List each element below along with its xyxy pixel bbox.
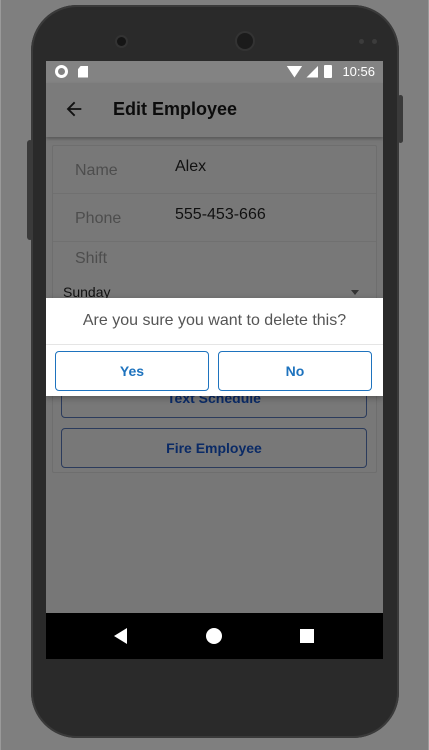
phone-label: Phone xyxy=(75,210,122,227)
name-row[interactable]: Name Alex xyxy=(53,146,376,194)
front-camera-icon xyxy=(117,37,126,46)
system-nav-bar xyxy=(46,613,383,659)
arrow-back-icon[interactable] xyxy=(63,98,85,120)
status-clock: 10:56 xyxy=(342,64,375,79)
name-label: Name xyxy=(75,162,118,179)
phone-row[interactable]: Phone 555-453-666 xyxy=(53,194,376,242)
sd-card-icon xyxy=(78,65,88,78)
page-title: Edit Employee xyxy=(113,99,238,119)
battery-icon xyxy=(324,65,333,78)
nav-home-icon[interactable] xyxy=(206,628,222,644)
dialog-message: Are you sure you want to delete this? xyxy=(82,312,347,329)
device-screen: 10:56 Edit Employee Name Alex Phone 555-… xyxy=(46,61,383,659)
signal-icon xyxy=(306,65,319,78)
speaker-icon xyxy=(237,33,253,49)
name-field[interactable]: Alex xyxy=(175,158,206,176)
sensor-icon xyxy=(359,39,364,44)
sensor-icon xyxy=(372,39,377,44)
confirm-delete-dialog: Are you sure you want to delete this? Ye… xyxy=(46,298,383,396)
emulator-stage: 10:56 Edit Employee Name Alex Phone 555-… xyxy=(0,0,429,750)
app-bar: Edit Employee xyxy=(46,83,383,137)
dialog-divider xyxy=(46,344,383,345)
status-bar: 10:56 xyxy=(46,61,383,83)
shift-label: Shift xyxy=(75,250,108,267)
nav-back-icon[interactable] xyxy=(114,628,127,644)
yes-button[interactable]: Yes xyxy=(55,351,209,391)
nav-recent-icon[interactable] xyxy=(300,629,314,643)
fire-employee-button[interactable]: Fire Employee xyxy=(61,428,367,468)
phone-field[interactable]: 555-453-666 xyxy=(175,206,266,224)
wifi-icon xyxy=(286,65,303,78)
no-button[interactable]: No xyxy=(218,351,372,391)
dropdown-caret-icon[interactable] xyxy=(351,290,359,295)
circle-icon xyxy=(55,65,68,78)
